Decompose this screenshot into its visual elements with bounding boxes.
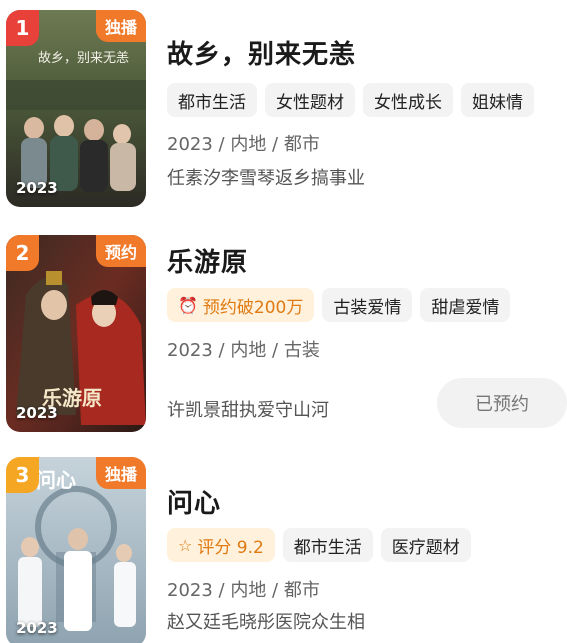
tag[interactable]: 都市生活 (282, 528, 373, 562)
tag[interactable]: 医疗题材 (380, 528, 471, 562)
poster-image[interactable]: 故乡，别来无恙 1 独播 2023 (6, 10, 146, 207)
exclusive-badge: 独播 (95, 10, 146, 42)
tag-list: ☆ 评分 9.2 都市生活 医疗题材 (167, 528, 471, 562)
tag[interactable]: 都市生活 (167, 83, 257, 117)
tag[interactable]: 姐妹情 (461, 83, 534, 117)
show-title[interactable]: 问心 (167, 483, 221, 520)
tag[interactable]: 女性成长 (363, 83, 453, 117)
poster-year: 2023 (16, 179, 58, 197)
tag[interactable]: 甜虐爱情 (420, 288, 511, 322)
show-title[interactable]: 故乡，别来无恙 (167, 34, 356, 71)
show-meta: 2023 / 内地 / 都市 (167, 134, 320, 155)
poster-year: 2023 (16, 619, 58, 637)
tag[interactable]: 女性题材 (265, 83, 355, 117)
rank-badge: 1 (6, 10, 39, 46)
poster-image[interactable]: 乐游原 2 预约 2023 (6, 235, 146, 432)
show-meta: 2023 / 内地 / 都市 (167, 580, 320, 601)
reserved-button[interactable]: 已预约 (437, 378, 567, 428)
reservation-count-text: 预约破200万 (202, 297, 304, 318)
show-description: 任素汐李雪琴返乡搞事业 (167, 168, 365, 189)
show-description: 许凯景甜执爱守山河 (167, 400, 329, 421)
poster-caption: 故乡，别来无恙 (38, 51, 129, 66)
tag-list: ⏰ 预约破200万 古装爱情 甜虐爱情 (167, 288, 511, 322)
tag[interactable]: 古装爱情 (322, 288, 413, 322)
poster-year: 2023 (16, 404, 58, 422)
exclusive-badge: 独播 (95, 457, 146, 489)
rating-text: 评分 9.2 (197, 537, 264, 558)
rank-badge: 3 (6, 457, 39, 493)
rank-badge: 2 (6, 235, 39, 271)
rating-badge: ☆ 评分 9.2 (167, 528, 275, 562)
star-icon: ☆ (178, 535, 193, 555)
show-title[interactable]: 乐游原 (167, 242, 248, 279)
reservation-badge: 预约 (95, 235, 146, 267)
alarm-clock-icon: ⏰ (178, 295, 198, 315)
show-description: 赵又廷毛晓彤医院众生相 (167, 612, 365, 633)
reservation-count-badge: ⏰ 预约破200万 (167, 288, 315, 322)
show-meta: 2023 / 内地 / 古装 (167, 340, 320, 361)
tag-list: 都市生活 女性题材 女性成长 姐妹情 (167, 83, 534, 117)
poster-image[interactable]: 问心 3 独播 2023 (6, 457, 146, 643)
poster-caption: 问心 (36, 468, 76, 492)
